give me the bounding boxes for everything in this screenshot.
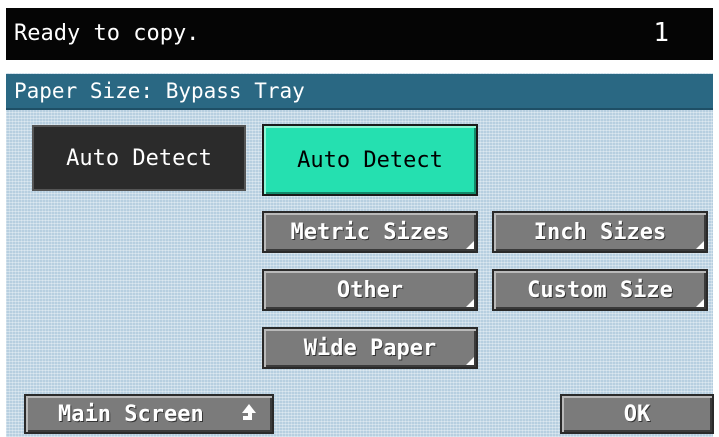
auto-detect-button[interactable]: Auto Detect — [262, 124, 478, 196]
custom-size-button[interactable]: Custom Size — [492, 269, 708, 311]
wide-paper-button[interactable]: Wide Paper — [262, 327, 478, 369]
panel-title-bar: Paper Size: Bypass Tray — [6, 74, 713, 110]
ok-button[interactable]: OK — [560, 394, 714, 434]
metric-sizes-button[interactable]: Metric Sizes — [262, 211, 478, 253]
main-screen-label: Main Screen — [58, 401, 204, 427]
wide-paper-label: Wide Paper — [303, 335, 437, 361]
ok-label: OK — [623, 401, 651, 427]
current-setting-display: Auto Detect — [32, 125, 246, 191]
status-bar: Ready to copy. 1 — [6, 8, 713, 60]
copy-count: 1 — [653, 18, 669, 48]
return-arrow-icon — [242, 404, 256, 420]
other-button[interactable]: Other — [262, 269, 478, 311]
inch-sizes-label: Inch Sizes — [533, 219, 667, 245]
other-label: Other — [336, 277, 404, 303]
panel-title: Paper Size: Bypass Tray — [14, 79, 305, 103]
status-message: Ready to copy. — [14, 21, 200, 46]
metric-sizes-label: Metric Sizes — [290, 219, 450, 245]
custom-size-label: Custom Size — [527, 277, 673, 303]
main-screen-button[interactable]: Main Screen — [24, 394, 274, 434]
inch-sizes-button[interactable]: Inch Sizes — [492, 211, 708, 253]
